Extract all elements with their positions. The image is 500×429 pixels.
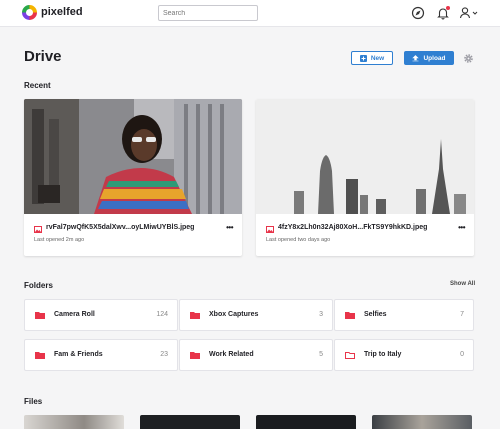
recent-file-name[interactable]: 4fzY8x2Lh0n32Aj80XoH...FkTS9Y9hkKD.jpeg bbox=[278, 224, 427, 231]
folder-outline-icon bbox=[345, 352, 355, 359]
folder-icon bbox=[35, 312, 45, 319]
files-section-title: Files bbox=[24, 397, 43, 406]
folder-count: 7 bbox=[460, 311, 464, 318]
recent-file-name[interactable]: rvFal7pwQfK5X5dalXwv...oyLMiwUYBlS.jpeg bbox=[46, 224, 194, 231]
recent-file-card[interactable]: rvFal7pwQfK5X5dalXwv...oyLMiwUYBlS.jpeg … bbox=[24, 99, 242, 256]
folder-count: 3 bbox=[319, 311, 323, 318]
compass-icon[interactable] bbox=[411, 6, 425, 20]
page-title: Drive bbox=[24, 48, 62, 65]
file-thumbnail[interactable] bbox=[256, 415, 356, 429]
skyline-photo bbox=[256, 99, 474, 214]
recent-file-meta: Last opened two days ago bbox=[266, 237, 331, 243]
plus-square-icon bbox=[359, 54, 367, 62]
folders-section-title: Folders bbox=[24, 281, 53, 290]
more-options-icon[interactable]: ••• bbox=[226, 223, 233, 232]
upload-button[interactable]: Upload bbox=[404, 51, 454, 65]
file-thumbnail[interactable] bbox=[140, 415, 240, 429]
show-all-link[interactable]: Show All bbox=[450, 281, 475, 287]
folder-name: Selfies bbox=[364, 311, 387, 318]
folder-icon bbox=[190, 352, 200, 359]
gear-icon[interactable] bbox=[463, 53, 474, 64]
folder-icon bbox=[345, 312, 355, 319]
notification-dot bbox=[446, 6, 450, 10]
recent-section-title: Recent bbox=[24, 81, 51, 90]
folder-name: Fam & Friends bbox=[54, 351, 103, 358]
folder-count: 5 bbox=[319, 351, 323, 358]
folder-name: Camera Roll bbox=[54, 311, 95, 318]
portrait-photo bbox=[24, 99, 242, 214]
image-file-icon bbox=[34, 226, 42, 233]
recent-file-thumbnail[interactable] bbox=[24, 99, 242, 214]
upload-icon bbox=[412, 54, 420, 61]
top-nav: pixelfed bbox=[0, 0, 500, 27]
recent-file-thumbnail[interactable] bbox=[256, 99, 474, 214]
pixelfed-logo[interactable] bbox=[22, 5, 37, 20]
more-options-icon[interactable]: ••• bbox=[458, 223, 465, 232]
user-menu-icon[interactable] bbox=[459, 6, 479, 20]
folder-item[interactable]: Selfies 7 bbox=[334, 299, 474, 331]
folder-item[interactable]: Trip to Italy 0 bbox=[334, 339, 474, 371]
folder-item[interactable]: Fam & Friends 23 bbox=[24, 339, 178, 371]
folder-icon bbox=[35, 352, 45, 359]
file-thumbnail[interactable] bbox=[372, 415, 472, 429]
folder-icon bbox=[190, 312, 200, 319]
recent-file-meta: Last opened 2m ago bbox=[34, 237, 85, 243]
folder-item[interactable]: Work Related 5 bbox=[179, 339, 333, 371]
new-button-label: New bbox=[370, 54, 385, 62]
upload-button-label: Upload bbox=[423, 54, 446, 62]
folder-name: Trip to Italy bbox=[364, 351, 402, 358]
new-button[interactable]: New bbox=[351, 51, 393, 65]
brand-name[interactable]: pixelfed bbox=[41, 6, 83, 18]
folder-item[interactable]: Camera Roll 124 bbox=[24, 299, 178, 331]
folder-name: Work Related bbox=[209, 351, 254, 358]
image-file-icon bbox=[266, 226, 274, 233]
folder-item[interactable]: Xbox Captures 3 bbox=[179, 299, 333, 331]
folder-count: 0 bbox=[460, 351, 464, 358]
folder-count: 23 bbox=[160, 351, 168, 358]
folder-count: 124 bbox=[156, 311, 168, 318]
recent-file-card[interactable]: 4fzY8x2Lh0n32Aj80XoH...FkTS9Y9hkKD.jpeg … bbox=[256, 99, 474, 256]
folder-name: Xbox Captures bbox=[209, 311, 259, 318]
file-thumbnail[interactable] bbox=[24, 415, 124, 429]
search-input[interactable] bbox=[158, 5, 258, 21]
